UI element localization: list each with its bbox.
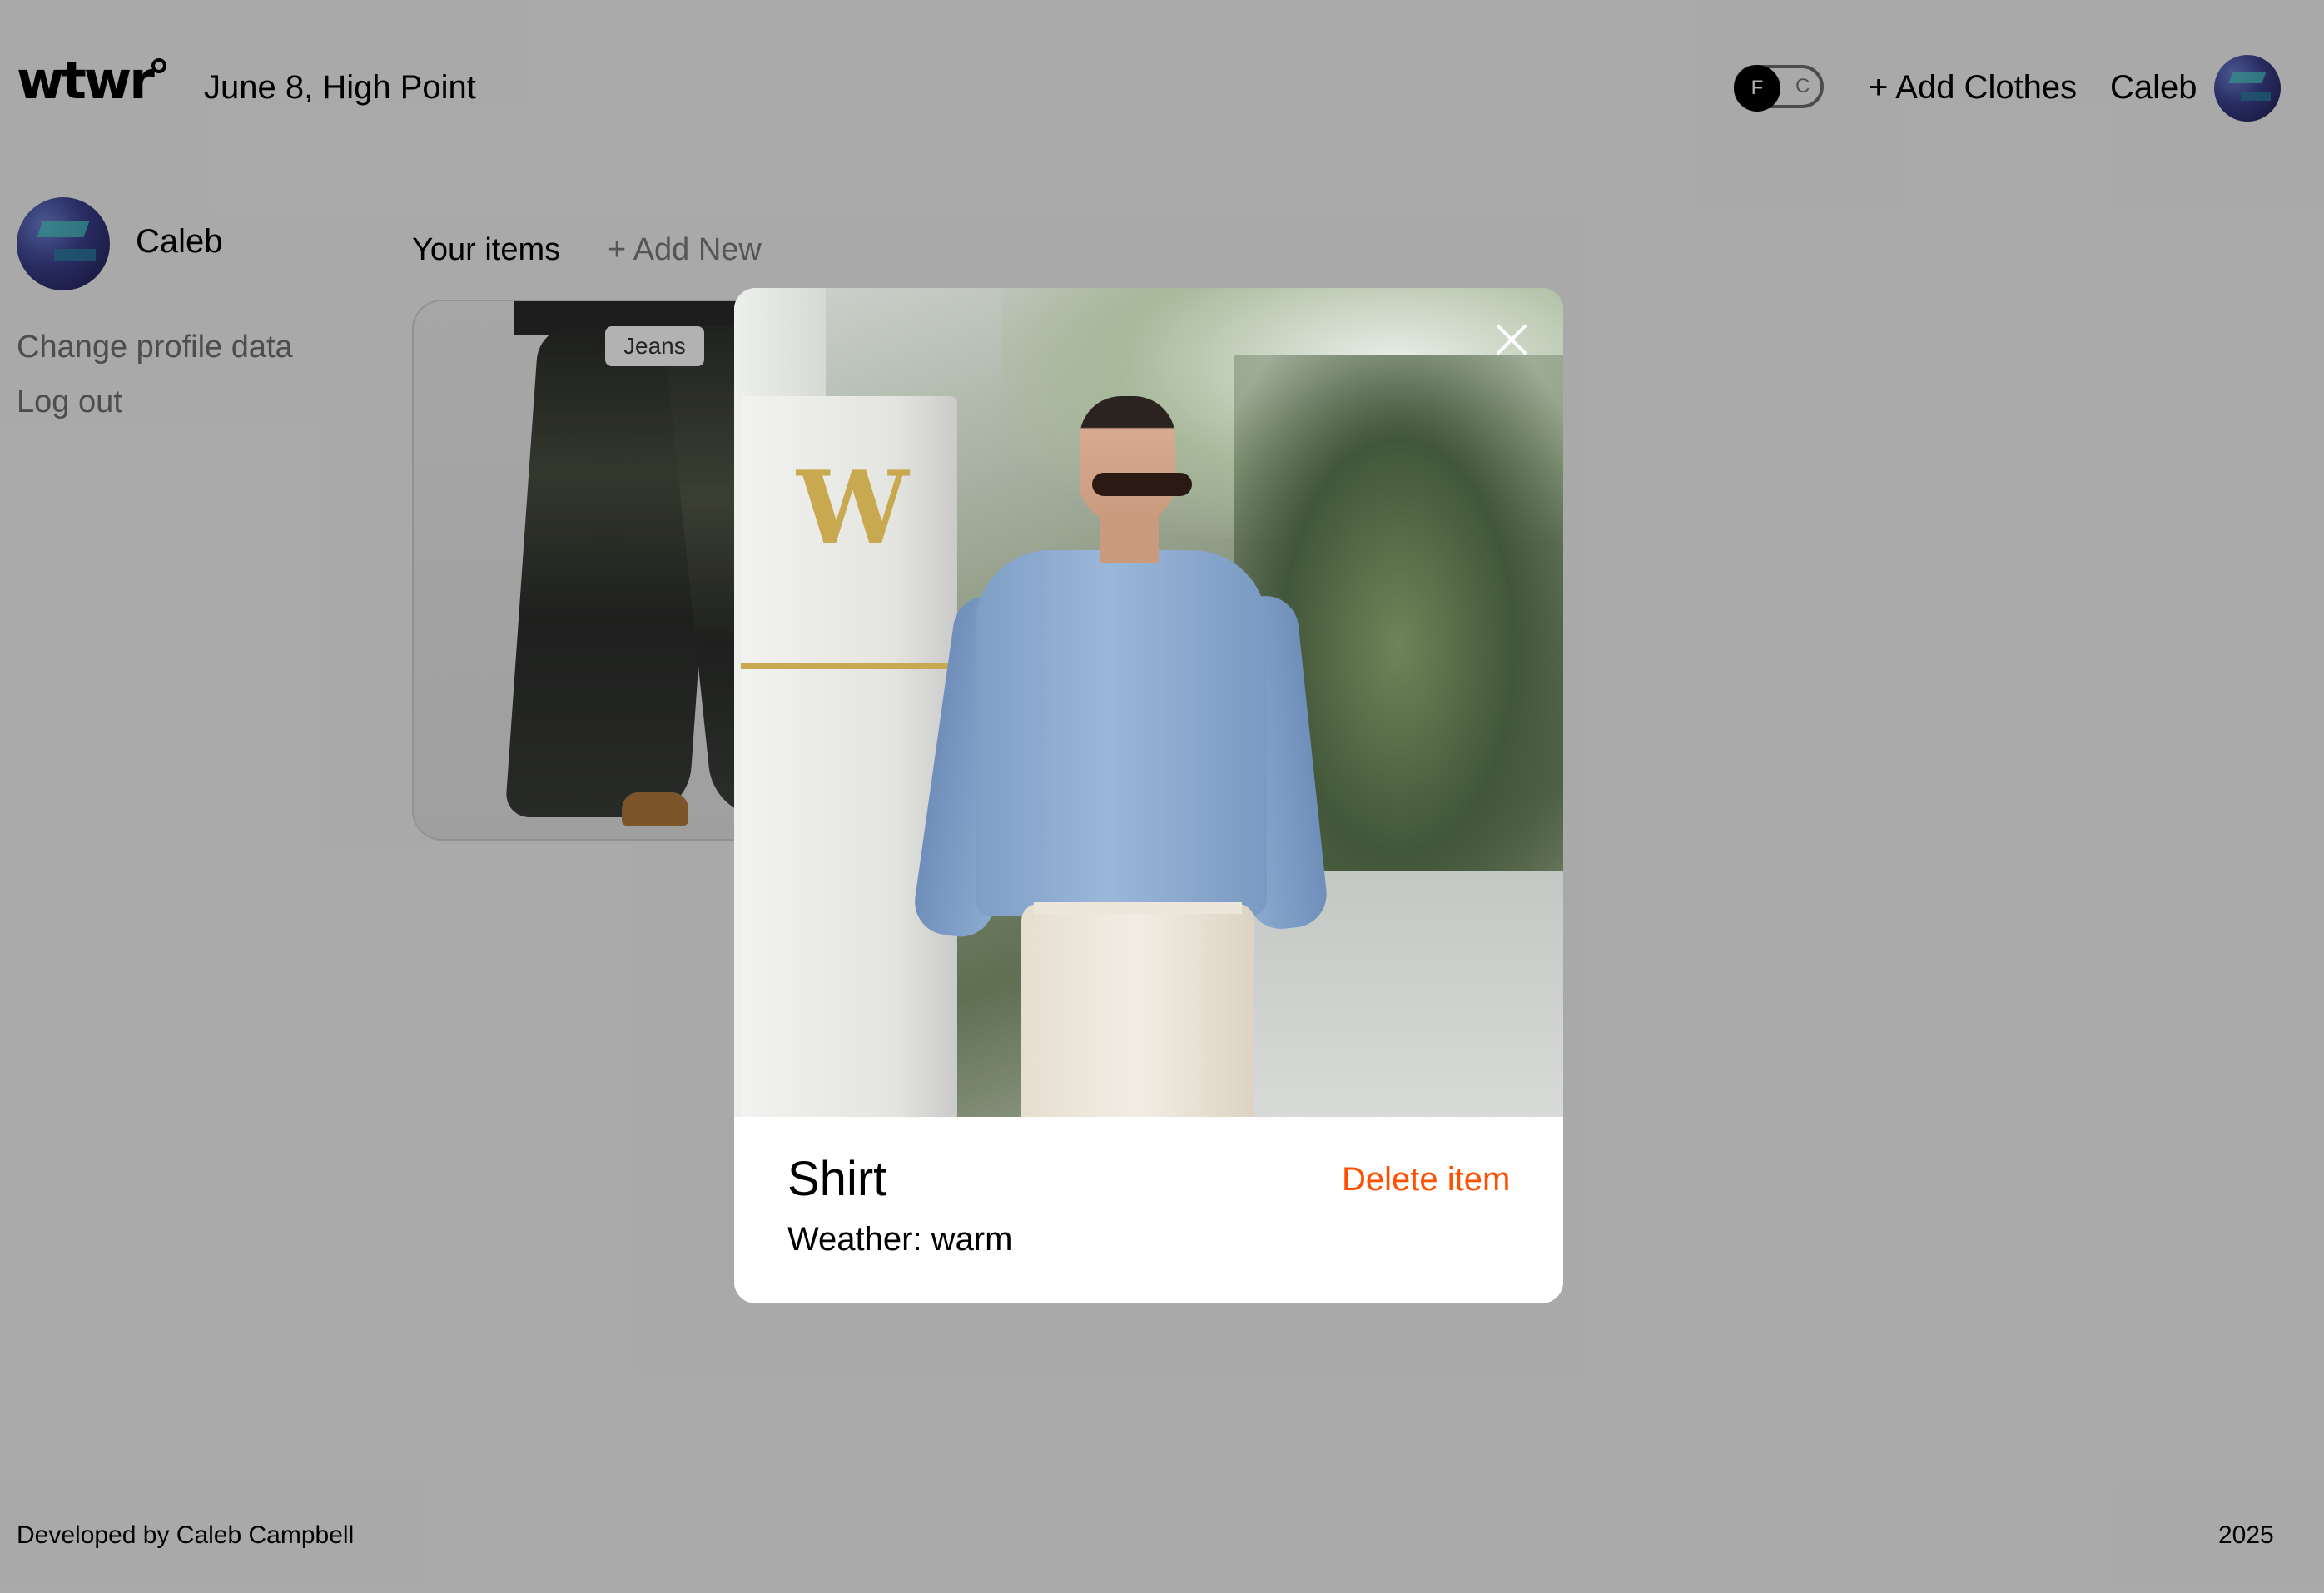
- image-monument-stripe: [741, 663, 957, 669]
- delete-item-button[interactable]: Delete item: [1342, 1159, 1510, 1200]
- item-name: Shirt: [787, 1152, 887, 1206]
- image-person-shirt: [976, 550, 1267, 916]
- close-icon-glyph: [1497, 325, 1527, 355]
- image-person-pants: [1021, 904, 1254, 1117]
- image-person-sunglasses: [1092, 473, 1192, 496]
- modal-footer: Shirt Delete item Weather: warm: [734, 1117, 1563, 1303]
- image-monument-logo: W: [797, 449, 909, 567]
- item-image: W: [734, 288, 1563, 1117]
- close-icon[interactable]: [1492, 320, 1532, 360]
- image-person-belt: [1034, 902, 1242, 914]
- item-weather: Weather: warm: [787, 1221, 1013, 1258]
- item-preview-modal: W Shirt Delete item Weather: warm: [734, 288, 1563, 1303]
- image-person-head: [1080, 396, 1175, 521]
